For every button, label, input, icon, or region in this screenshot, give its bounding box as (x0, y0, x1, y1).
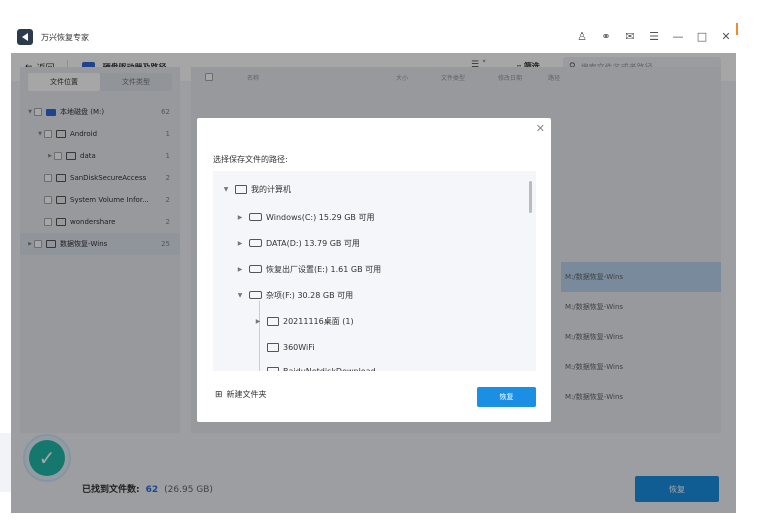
maximize-icon[interactable]: □ (696, 29, 708, 43)
folder-tree-label: 20211116桌面 (1) (283, 316, 354, 326)
app-title: 万兴恢复专家 (41, 32, 89, 42)
dialog-close-icon[interactable]: ✕ (536, 122, 545, 135)
folder-icon (267, 316, 279, 326)
folder-tree-item[interactable]: ▶ 恢复出厂设置(E:) 1.61 GB 可用 (235, 259, 381, 279)
caret-right-icon[interactable]: ▶ (235, 214, 245, 221)
drive-icon (249, 239, 262, 247)
caret-right-icon[interactable]: ▶ (235, 240, 245, 247)
folder-tree-label: DATA(D:) 13.79 GB 可用 (266, 238, 360, 248)
caret-down-icon[interactable]: ▼ (221, 186, 231, 193)
folder-tree-item[interactable]: 360WiFi (253, 337, 314, 357)
folder-tree-item[interactable]: ▼ 杂项(F:) 30.28 GB 可用 (235, 285, 353, 305)
close-icon[interactable]: ✕ (720, 29, 732, 43)
window-controls: ♙ ⚭ ✉ ☰ — □ ✕ (576, 29, 732, 43)
person-icon[interactable]: ♙ (576, 29, 588, 43)
new-folder-icon: ⊞ (215, 389, 223, 400)
folder-tree-label: BaiduNetdiskDownload (283, 366, 376, 372)
folder-tree[interactable]: ▼ 我的计算机 ▶ Windows(C:) 15.29 GB 可用 ▶ DATA(D:) … (213, 171, 536, 371)
folder-tree-label: 360WiFi (283, 342, 315, 352)
folder-tree-item[interactable]: ▶ 20211116桌面 (1) (253, 311, 354, 331)
tree-scrollbar[interactable] (529, 181, 532, 213)
caret-down-icon[interactable]: ▼ (235, 292, 245, 299)
menu-icon[interactable]: ☰ (648, 29, 660, 43)
dialog-recover-button[interactable]: 恢复 (477, 387, 536, 407)
drive-icon (249, 291, 262, 299)
folder-icon (267, 342, 279, 352)
caret-right-icon[interactable]: ▶ (235, 266, 245, 273)
edge-marker (736, 23, 738, 35)
mail-icon[interactable]: ✉ (624, 29, 636, 43)
folder-tree-item[interactable]: ▼ 我的计算机 (221, 179, 291, 199)
folder-icon (267, 366, 279, 371)
title-bar: 万兴恢复专家 ♙ ⚭ ✉ ☰ — □ ✕ (11, 21, 736, 53)
folder-tree-label: 我的计算机 (251, 184, 291, 194)
folder-tree-label: 恢复出厂设置(E:) 1.61 GB 可用 (266, 264, 382, 274)
folder-tree-label: Windows(C:) 15.29 GB 可用 (266, 212, 375, 222)
new-folder-label: 新建文件夹 (226, 390, 267, 399)
caret-right-icon[interactable]: ▶ (253, 318, 263, 325)
folder-tree-item[interactable]: ▶ Windows(C:) 15.29 GB 可用 (235, 207, 375, 227)
app-logo-icon (17, 29, 33, 45)
headset-icon[interactable]: ⚭ (600, 29, 612, 43)
save-path-dialog: ✕ 选择保存文件的路径: ▼ 我的计算机 ▶ Windows(C:) 15.29 GB… (197, 118, 551, 422)
folder-tree-item[interactable]: ▶ DATA(D:) 13.79 GB 可用 (235, 233, 360, 253)
dialog-label: 选择保存文件的路径: (213, 155, 288, 164)
folder-tree-label: 杂项(F:) 30.28 GB 可用 (266, 290, 354, 300)
drive-icon (249, 265, 262, 273)
minimize-icon[interactable]: — (672, 29, 684, 43)
computer-icon (235, 184, 247, 194)
folder-tree-item[interactable]: BaiduNetdiskDownload (253, 361, 376, 371)
drive-icon (249, 213, 262, 221)
new-folder-button[interactable]: ⊞ 新建文件夹 (215, 389, 267, 400)
